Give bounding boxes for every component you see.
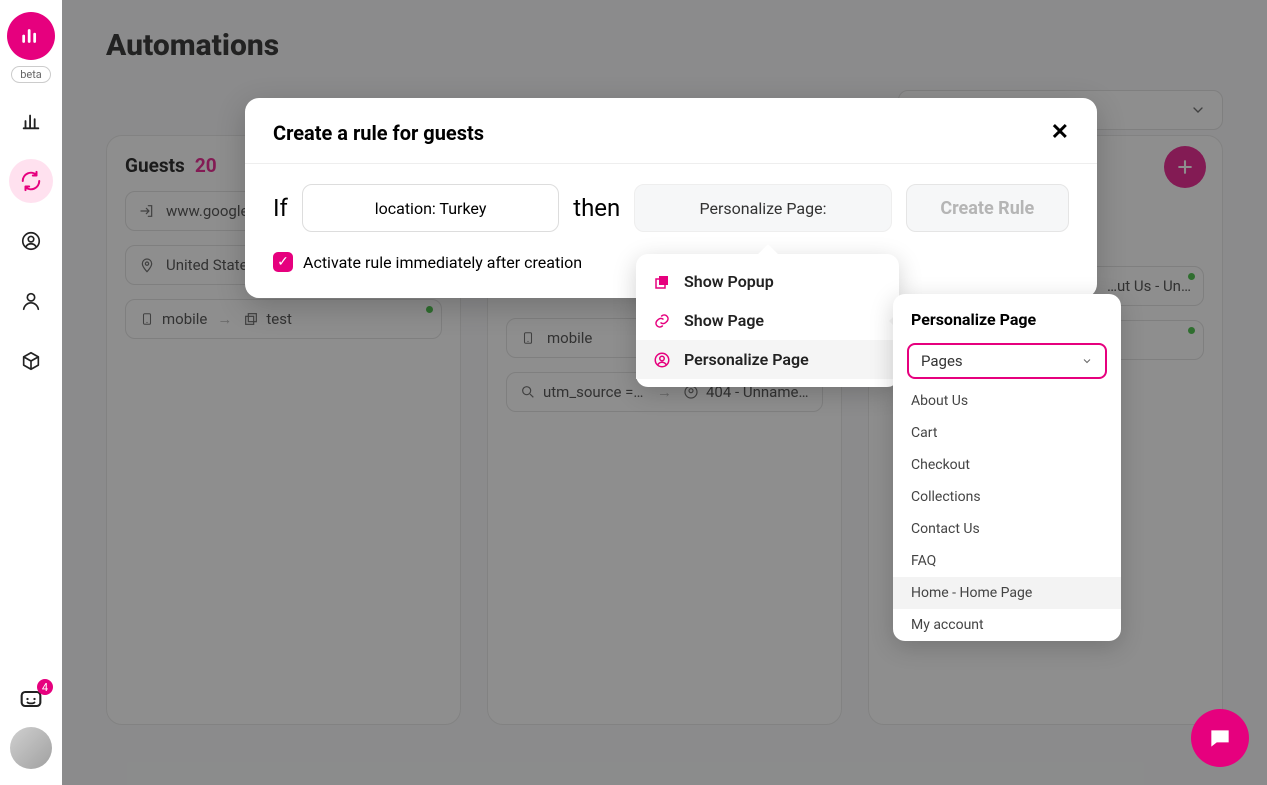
nav-user[interactable]	[9, 279, 53, 323]
nav-automations[interactable]	[9, 159, 53, 203]
pages-panel-title: Personalize Page	[905, 310, 1109, 339]
avatar[interactable]	[10, 727, 52, 769]
page-option[interactable]: FAQ	[893, 545, 1121, 577]
pages-list: About Us Cart Checkout Collections Conta…	[893, 385, 1121, 641]
page-option[interactable]: About Us	[893, 385, 1121, 417]
then-label: then	[573, 194, 620, 222]
nav-analytics[interactable]	[9, 99, 53, 143]
activate-checkbox[interactable]: ✓	[273, 252, 293, 272]
logo-icon	[7, 12, 55, 60]
action-show-popup[interactable]: Show Popup	[636, 262, 899, 301]
page-option[interactable]: Cart	[893, 417, 1121, 449]
bot-icon[interactable]: 4	[17, 685, 45, 713]
action-dropdown: Show Popup Show Page Personalize Page	[636, 254, 899, 387]
page-option[interactable]: Checkout	[893, 449, 1121, 481]
action-show-page[interactable]: Show Page	[636, 301, 899, 340]
action-personalize-page[interactable]: Personalize Page	[636, 340, 899, 379]
modal-title: Create a rule for guests	[273, 121, 484, 145]
bot-badge-count: 4	[37, 679, 53, 695]
pages-panel: Personalize Page Pages About Us Cart Che…	[893, 294, 1121, 641]
close-icon[interactable]: ✕	[1051, 120, 1069, 145]
beta-badge: beta	[11, 66, 51, 83]
chat-fab[interactable]	[1191, 709, 1249, 767]
person-circle-icon	[652, 351, 672, 369]
page-option[interactable]: Collections	[893, 481, 1121, 513]
activate-label: Activate rule immediately after creation	[303, 253, 582, 272]
nav-package[interactable]	[9, 339, 53, 383]
page-option[interactable]: My account	[893, 609, 1121, 641]
page-option[interactable]: Contact Us	[893, 513, 1121, 545]
action-select[interactable]: Personalize Page:	[634, 184, 891, 232]
if-label: If	[273, 194, 288, 222]
chevron-down-icon	[1081, 355, 1093, 367]
pages-select[interactable]: Pages	[907, 343, 1107, 379]
link-icon	[652, 312, 672, 330]
condition-select[interactable]: location: Turkey	[302, 184, 559, 232]
nav-audience[interactable]	[9, 219, 53, 263]
create-rule-button[interactable]: Create Rule	[906, 184, 1069, 232]
page-option[interactable]: Home - Home Page	[893, 577, 1121, 609]
popup-icon	[652, 273, 672, 291]
sidebar: beta 4	[0, 0, 62, 785]
